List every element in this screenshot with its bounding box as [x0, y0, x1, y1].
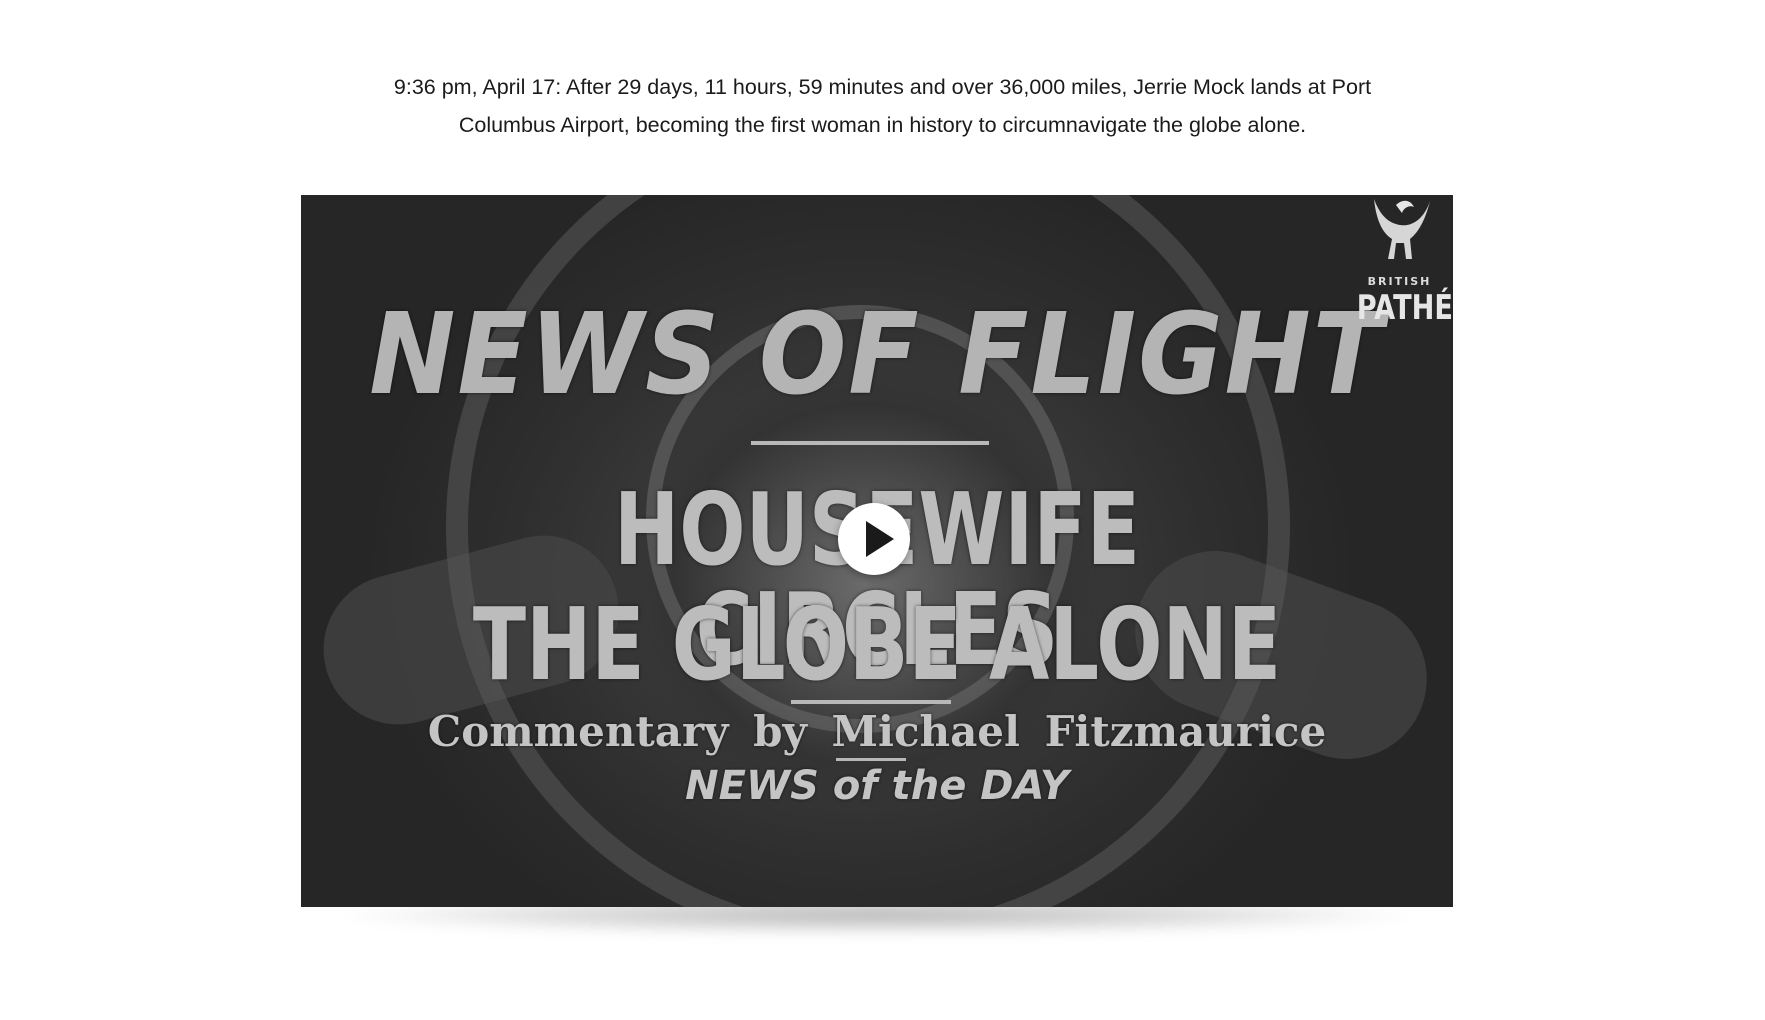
- thumbnail-network: NEWS of the DAY: [685, 763, 1069, 809]
- credit-divider: [836, 758, 906, 761]
- page: 9:36 pm, April 17: After 29 days, 11 hou…: [0, 0, 1765, 1020]
- play-button[interactable]: [838, 503, 910, 575]
- thumbnail-credit: Commentary by Michael Fitzmaurice: [427, 707, 1327, 756]
- video-container: NEWS OF FLIGHT HOUSEWIFE CIRCLES THE GLO…: [301, 195, 1453, 935]
- rooster-icon: [1374, 199, 1430, 259]
- play-icon: [866, 521, 894, 557]
- thumbnail-title: NEWS OF FLIGHT: [369, 290, 1385, 420]
- logo-small-text: BRITISH: [1367, 275, 1432, 288]
- thumbnail-subtitle-line-2: THE GLOBE ALONE: [472, 586, 1282, 703]
- british-pathe-logo: BRITISH PATHÉ: [1346, 195, 1453, 335]
- caption-line-2: Columbus Airport, becoming the first wom…: [458, 113, 1307, 137]
- subtitle-divider: [791, 700, 951, 704]
- caption-line-1: 9:36 pm, April 17: After 29 days, 11 hou…: [393, 75, 1372, 99]
- video-player[interactable]: NEWS OF FLIGHT HOUSEWIFE CIRCLES THE GLO…: [301, 195, 1453, 907]
- logo-big-text: PATHÉ: [1356, 288, 1453, 328]
- title-divider: [751, 441, 989, 445]
- caption: 9:36 pm, April 17: After 29 days, 11 hou…: [340, 68, 1425, 144]
